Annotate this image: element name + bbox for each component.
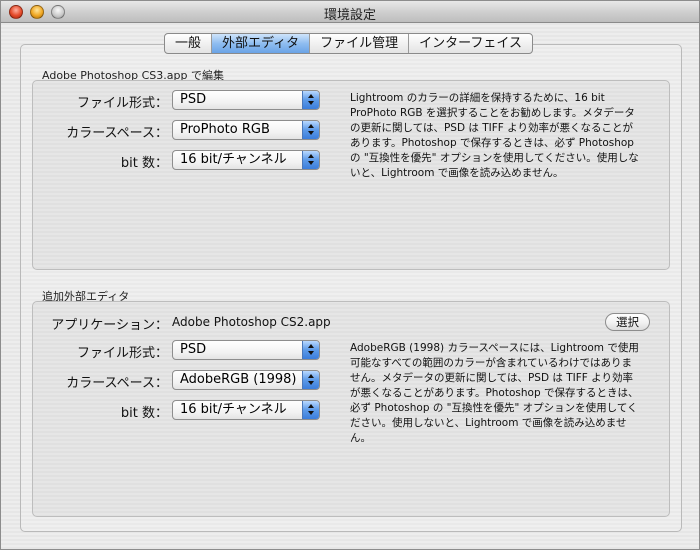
- popup-arrows-icon: [302, 121, 319, 139]
- additional-color-space-label: カラースペース：: [66, 376, 168, 391]
- primary-bit-depth-value: 16 bit/チャンネル: [180, 152, 287, 167]
- primary-bit-depth-label: bit 数：: [120, 156, 168, 171]
- popup-arrows-icon: [302, 341, 319, 359]
- additional-bit-depth-select[interactable]: 16 bit/チャンネル: [172, 400, 320, 420]
- additional-description-line: せん。メタデータの更新に関しては、PSD は TIFF より効率: [350, 372, 633, 384]
- popup-arrows-icon: [302, 401, 319, 419]
- popup-arrows-icon: [302, 91, 319, 109]
- primary-description-line: の "互換性を優先" オプションを使用してください。使用しな: [350, 152, 639, 164]
- additional-description-line: 可能なすべての範囲のカラーが含まれているわけではありま: [350, 357, 633, 369]
- primary-color-space-value: ProPhoto RGB: [180, 122, 270, 137]
- primary-description: Lightroom のカラーの詳細を保持するために、16 bit ProPhot…: [350, 91, 660, 181]
- title-bar[interactable]: 環境設定: [1, 1, 699, 23]
- preferences-window: 環境設定 一般 外部エディタ ファイル管理 インターフェイス Adobe Pho…: [0, 0, 700, 550]
- primary-description-line: いと、Lightroom で画像を読み込めません。: [350, 167, 564, 179]
- window-title: 環境設定: [323, 8, 376, 23]
- primary-color-space-label: カラースペース：: [66, 126, 168, 141]
- application-name: Adobe Photoshop CS2.app: [172, 315, 331, 329]
- tab-general[interactable]: 一般: [165, 34, 213, 53]
- additional-description: AdobeRGB (1998) カラースペースには、Lightroom で使用 …: [350, 341, 660, 446]
- additional-file-format-value: PSD: [180, 342, 207, 357]
- tab-interface[interactable]: インターフェイス: [409, 34, 532, 53]
- popup-arrows-icon: [302, 151, 319, 169]
- application-label: アプリケーション：: [51, 318, 168, 333]
- choose-application-button[interactable]: 選択: [605, 313, 650, 331]
- primary-bit-depth-select[interactable]: 16 bit/チャンネル: [172, 150, 320, 170]
- additional-description-line: ん。: [350, 432, 371, 444]
- primary-description-line: あります。Photoshop で保存するときは、必ず Photoshop: [350, 137, 634, 149]
- primary-description-line: の更新に関しては、PSD は TIFF より効率が悪くなることが: [350, 122, 633, 134]
- additional-file-format-select[interactable]: PSD: [172, 340, 320, 360]
- primary-color-space-select[interactable]: ProPhoto RGB: [172, 120, 320, 140]
- additional-bit-depth-label: bit 数：: [120, 406, 168, 421]
- additional-description-line: AdobeRGB (1998) カラースペースには、Lightroom で使用: [350, 342, 639, 354]
- additional-bit-depth-value: 16 bit/チャンネル: [180, 402, 287, 417]
- additional-color-space-value: AdobeRGB (1998): [180, 372, 297, 387]
- additional-file-format-label: ファイル形式：: [76, 346, 168, 361]
- primary-description-line: Lightroom のカラーの詳細を保持するために、16 bit: [350, 92, 605, 104]
- tab-bar: 一般 外部エディタ ファイル管理 インターフェイス: [164, 33, 533, 54]
- additional-color-space-select[interactable]: AdobeRGB (1998): [172, 370, 320, 390]
- primary-file-format-value: PSD: [180, 92, 207, 107]
- tab-external-editing[interactable]: 外部エディタ: [212, 34, 311, 53]
- additional-description-line: が悪くなることがあります。Photoshop で保存するときは、: [350, 387, 639, 399]
- popup-arrows-icon: [302, 371, 319, 389]
- tab-file-management[interactable]: ファイル管理: [310, 34, 410, 53]
- primary-file-format-label: ファイル形式：: [76, 96, 168, 111]
- additional-description-line: 必ず Photoshop の "互換性を優先" オプションを使用してく: [350, 402, 638, 414]
- additional-description-line: ださい。使用しないと、Lightroom で画像を読み込めませ: [350, 417, 627, 429]
- primary-file-format-select[interactable]: PSD: [172, 90, 320, 110]
- primary-description-line: ProPhoto RGB を選択することをお勧めします。メタデータ: [350, 107, 635, 119]
